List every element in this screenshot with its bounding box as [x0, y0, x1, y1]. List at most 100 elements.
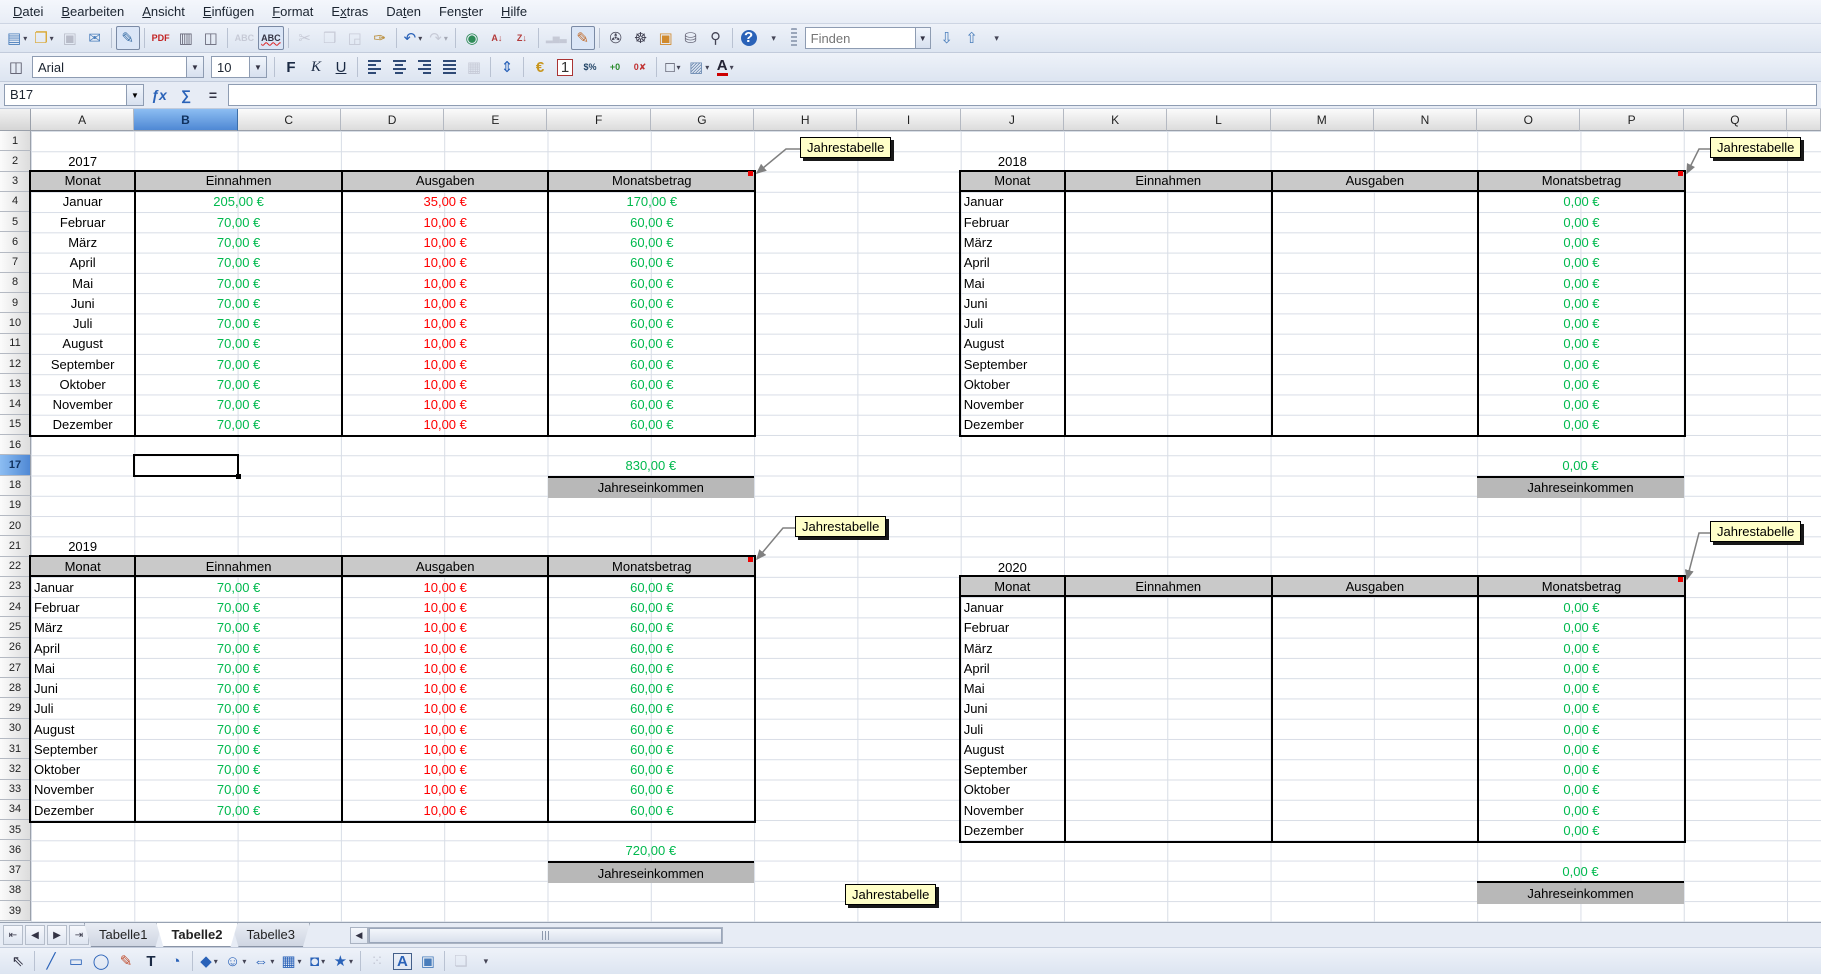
- ausgaben-cell[interactable]: 10,00 €: [343, 780, 548, 800]
- basic-shapes-icon-dropdown[interactable]: ▾: [214, 957, 218, 966]
- stars-icon[interactable]: ★▾: [331, 949, 356, 973]
- month-cell[interactable]: Januar: [31, 577, 134, 597]
- column-header-A[interactable]: A: [31, 109, 134, 131]
- row-header-26[interactable]: 26: [0, 638, 31, 658]
- cell-reference-dropdown-icon[interactable]: ▼: [126, 85, 143, 105]
- symbol-shapes-icon-dropdown[interactable]: ▾: [242, 957, 246, 966]
- month-cell[interactable]: November: [961, 800, 1064, 820]
- borders-icon[interactable]: □▾: [661, 55, 685, 79]
- find-overflow-icon[interactable]: ▾: [985, 26, 1009, 50]
- jahr-total-2020[interactable]: 0,00 €: [1477, 861, 1684, 883]
- monatsbetrag-cell[interactable]: 60,00 €: [549, 253, 754, 273]
- month-cell[interactable]: Mai: [961, 273, 1064, 293]
- toolbar-overflow-icon[interactable]: ▾: [762, 26, 786, 50]
- from-file-icon[interactable]: ▣: [416, 949, 440, 973]
- column-header-L[interactable]: L: [1167, 109, 1270, 131]
- jahrestabelle-note[interactable]: Jahrestabelle: [1710, 521, 1801, 542]
- month-cell[interactable]: Juli: [31, 313, 134, 333]
- month-cell[interactable]: Dezember: [961, 820, 1064, 840]
- monatsbetrag-cell[interactable]: 0,00 €: [1479, 618, 1684, 638]
- sum-icon[interactable]: ∑: [174, 84, 198, 106]
- einnahmen-cell[interactable]: 70,00 €: [136, 334, 341, 354]
- block-arrows-icon[interactable]: ⇔▾: [250, 949, 277, 973]
- freeform-line-icon[interactable]: ✎: [114, 949, 138, 973]
- einnahmen-cell[interactable]: [1066, 699, 1271, 719]
- month-cell[interactable]: Juli: [961, 313, 1064, 333]
- find-replace-icon[interactable]: ✇: [604, 26, 628, 50]
- month-cell[interactable]: Januar: [961, 192, 1064, 212]
- row-header-8[interactable]: 8: [0, 273, 31, 293]
- monatsbetrag-cell[interactable]: 60,00 €: [549, 780, 754, 800]
- font-name-combo-dropdown-icon[interactable]: ▼: [186, 57, 203, 77]
- row-header-9[interactable]: 9: [0, 293, 31, 313]
- monatsbetrag-cell[interactable]: 60,00 €: [549, 800, 754, 820]
- monatsbetrag-cell[interactable]: 0,00 €: [1479, 739, 1684, 759]
- einnahmen-cell[interactable]: [1066, 253, 1271, 273]
- month-cell[interactable]: März: [961, 232, 1064, 252]
- menu-ansicht[interactable]: Ansicht: [133, 2, 194, 21]
- monatsbetrag-cell[interactable]: 0,00 €: [1479, 658, 1684, 678]
- month-cell[interactable]: Juni: [961, 293, 1064, 313]
- einnahmen-cell[interactable]: [1066, 597, 1271, 617]
- text-icon[interactable]: T: [139, 949, 163, 973]
- jahrestabelle-note[interactable]: Jahrestabelle: [800, 137, 891, 158]
- monatsbetrag-cell[interactable]: 60,00 €: [549, 719, 754, 739]
- month-cell[interactable]: August: [961, 334, 1064, 354]
- underline-icon[interactable]: U: [329, 55, 353, 79]
- scrollbar-track[interactable]: [368, 927, 723, 944]
- einnahmen-cell[interactable]: [1066, 232, 1271, 252]
- monatsbetrag-cell[interactable]: 0,00 €: [1479, 293, 1684, 313]
- einnahmen-cell[interactable]: [1066, 415, 1271, 435]
- month-cell[interactable]: Dezember: [31, 415, 134, 435]
- einnahmen-cell[interactable]: 70,00 €: [136, 232, 341, 252]
- monatsbetrag-cell[interactable]: 60,00 €: [549, 638, 754, 658]
- monatsbetrag-cell[interactable]: 60,00 €: [549, 618, 754, 638]
- einnahmen-cell[interactable]: [1066, 719, 1271, 739]
- row-header-19[interactable]: 19: [0, 496, 31, 516]
- einnahmen-cell[interactable]: 70,00 €: [136, 577, 341, 597]
- month-cell[interactable]: Juni: [31, 293, 134, 313]
- print-icon[interactable]: ▥: [174, 26, 198, 50]
- month-cell[interactable]: Juli: [31, 699, 134, 719]
- monatsbetrag-cell[interactable]: 0,00 €: [1479, 597, 1684, 617]
- column-header-C[interactable]: C: [238, 109, 341, 131]
- monatsbetrag-cell[interactable]: 60,00 €: [549, 415, 754, 435]
- monatsbetrag-cell[interactable]: 0,00 €: [1479, 374, 1684, 394]
- row-header-14[interactable]: 14: [0, 394, 31, 414]
- rectangle-icon[interactable]: ▭: [64, 949, 88, 973]
- find-input-dropdown-icon[interactable]: ▼: [915, 28, 930, 48]
- row-header-2[interactable]: 2: [0, 151, 31, 171]
- row-header-25[interactable]: 25: [0, 617, 31, 637]
- ausgaben-cell[interactable]: [1273, 597, 1478, 617]
- find-input-box[interactable]: ▼: [805, 27, 931, 49]
- ausgaben-cell[interactable]: 10,00 €: [343, 293, 548, 313]
- column-header-E[interactable]: E: [444, 109, 547, 131]
- jahreseinkommen-label-2017[interactable]: Jahreseinkommen: [548, 478, 755, 498]
- sort-ascending-icon[interactable]: A↓: [485, 26, 509, 50]
- monatsbetrag-cell[interactable]: 0,00 €: [1479, 719, 1684, 739]
- monatsbetrag-cell[interactable]: 0,00 €: [1479, 820, 1684, 840]
- ausgaben-cell[interactable]: 10,00 €: [343, 658, 548, 678]
- zoom-icon[interactable]: ⚲: [704, 26, 728, 50]
- einnahmen-cell[interactable]: [1066, 658, 1271, 678]
- ausgaben-cell[interactable]: [1273, 293, 1478, 313]
- einnahmen-cell[interactable]: [1066, 394, 1271, 414]
- einnahmen-cell[interactable]: [1066, 780, 1271, 800]
- einnahmen-cell[interactable]: 205,00 €: [136, 192, 341, 212]
- select-icon[interactable]: ⇖: [6, 949, 30, 973]
- ausgaben-cell[interactable]: 10,00 €: [343, 638, 548, 658]
- hyperlink-icon[interactable]: ◉: [460, 26, 484, 50]
- ausgaben-cell[interactable]: [1273, 618, 1478, 638]
- selected-cell-B17[interactable]: [133, 454, 238, 476]
- ausgaben-cell[interactable]: [1273, 699, 1478, 719]
- month-cell[interactable]: September: [961, 354, 1064, 374]
- monatsbetrag-cell[interactable]: 60,00 €: [549, 232, 754, 252]
- month-cell[interactable]: Juli: [961, 719, 1064, 739]
- ausgaben-cell[interactable]: [1273, 232, 1478, 252]
- einnahmen-cell[interactable]: 70,00 €: [136, 800, 341, 820]
- row-header-18[interactable]: 18: [0, 476, 31, 496]
- month-cell[interactable]: November: [31, 394, 134, 414]
- month-cell[interactable]: Mai: [31, 658, 134, 678]
- monatsbetrag-cell[interactable]: 0,00 €: [1479, 760, 1684, 780]
- font-size-combo[interactable]: 10▼: [211, 56, 267, 78]
